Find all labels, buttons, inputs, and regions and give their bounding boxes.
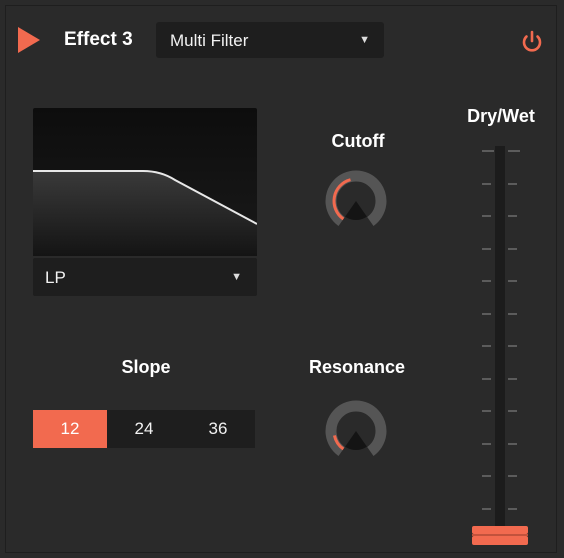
dry-wet-label: Dry/Wet <box>467 106 535 126</box>
scale-tick <box>508 182 517 185</box>
scale-tick <box>482 312 491 315</box>
scale-tick <box>482 182 491 185</box>
scale-tick <box>482 345 491 347</box>
scale-tick <box>508 247 517 250</box>
slope-option-24[interactable]: 24 <box>107 410 181 448</box>
scale-tick <box>508 377 517 380</box>
scale-tick <box>508 475 517 477</box>
cutoff-knob[interactable] <box>322 167 390 235</box>
power-icon[interactable] <box>518 30 546 54</box>
scale-tick <box>482 442 491 445</box>
dry-wet-slider-track[interactable] <box>495 146 505 528</box>
filter-curve <box>33 170 258 256</box>
scale-tick <box>508 215 517 217</box>
scale-tick <box>508 280 517 282</box>
slope-option-36[interactable]: 36 <box>181 410 255 448</box>
scale-tick <box>482 507 491 510</box>
scale-tick <box>482 215 491 217</box>
scale-tick <box>508 442 517 445</box>
filter-response-display <box>33 108 258 256</box>
scale-tick <box>482 150 494 152</box>
slope-label: Slope <box>121 357 171 377</box>
resonance-knob[interactable] <box>322 397 390 465</box>
effect-title: Effect 3 <box>64 29 133 50</box>
scale-tick <box>508 312 517 315</box>
scale-tick <box>508 150 520 152</box>
effect-type-value: Multi Filter <box>170 31 249 50</box>
chevron-down-icon: ▼ <box>231 271 242 283</box>
scale-tick <box>482 475 491 477</box>
cutoff-label: Cutoff <box>331 131 385 151</box>
dry-wet-slider-handle[interactable] <box>472 526 528 546</box>
scale-tick <box>508 507 517 510</box>
chevron-down-icon: ▼ <box>359 34 370 46</box>
scale-tick <box>482 377 491 380</box>
scale-tick <box>508 410 517 412</box>
resonance-label: Resonance <box>308 357 406 377</box>
slope-option-12[interactable]: 12 <box>33 410 107 448</box>
effect-type-dropdown[interactable]: Multi Filter ▼ <box>156 22 384 58</box>
scale-tick <box>482 280 491 282</box>
play-icon[interactable] <box>18 27 40 53</box>
filter-mode-dropdown[interactable]: LP ▼ <box>33 258 257 296</box>
scale-tick <box>482 247 491 250</box>
scale-tick <box>482 410 491 412</box>
filter-mode-value: LP <box>45 268 66 287</box>
scale-tick <box>508 345 517 347</box>
